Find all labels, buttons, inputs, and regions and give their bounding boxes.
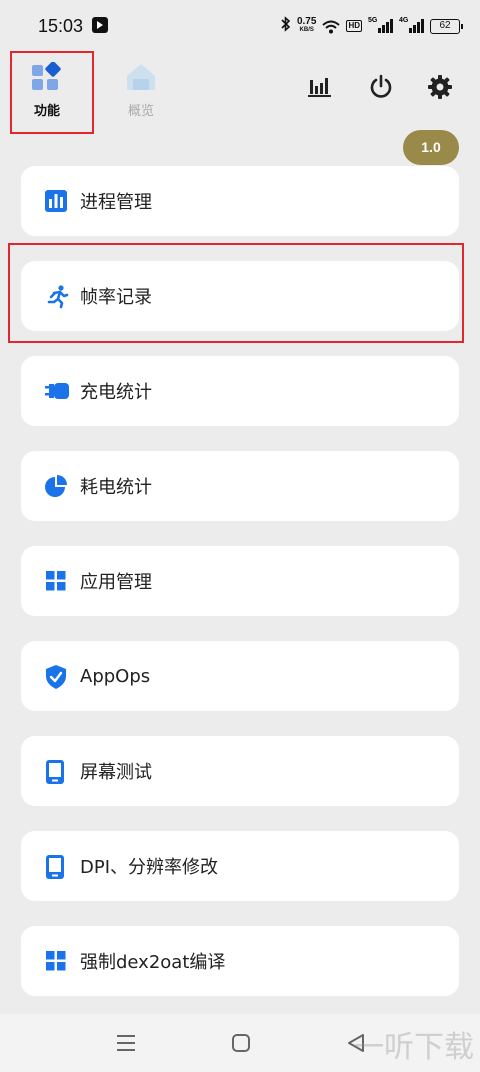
battery-icon: 62 — [430, 18, 463, 34]
home-button-icon[interactable] — [229, 1032, 253, 1054]
grid-icon — [45, 950, 67, 972]
signal-tag: 5G — [368, 17, 378, 24]
menu-item-label: 进程管理 — [80, 192, 152, 213]
menu-item-charging-stats[interactable]: 充电统计 — [21, 356, 459, 426]
menu-item-label: DPI、分辨率修改 — [80, 857, 219, 878]
cellular-signal-icon: 5G — [368, 17, 393, 33]
pie-chart-icon — [45, 475, 67, 497]
menu-item-power-consumption-stats[interactable]: 耗电统计 — [21, 451, 459, 521]
charger-plug-icon — [45, 380, 69, 402]
version-badge: 1.0 — [403, 130, 459, 165]
watermark: 一听下载 — [354, 1030, 474, 1065]
menu-item-label: 耗电统计 — [80, 477, 152, 498]
statistics-icon[interactable] — [307, 74, 333, 100]
cellular-signal-icon: 4G — [399, 17, 424, 33]
network-speed-value: 0.75 — [296, 16, 317, 27]
menu-item-label: 强制dex2oat编译 — [80, 952, 226, 973]
wifi-icon — [322, 19, 341, 34]
tab-overview[interactable]: 概览 — [114, 62, 168, 119]
network-speed-unit: KB/S — [299, 27, 314, 33]
menu-item-screen-test[interactable]: 屏幕测试 — [21, 736, 459, 806]
hd-badge: HD — [346, 20, 362, 32]
menu-item-label: 应用管理 — [80, 572, 152, 593]
tablet-icon — [45, 855, 67, 879]
tab-overview-label: 概览 — [127, 104, 154, 119]
menu-item-label: AppOps — [80, 665, 151, 687]
shield-check-icon — [45, 665, 67, 689]
bluetooth-icon — [281, 16, 291, 36]
notification-app-icon — [92, 17, 108, 33]
status-indicators: 0.75 KB/S HD 5G 4G 62 — [281, 14, 463, 38]
menu-icon[interactable] — [114, 1032, 138, 1054]
menu-item-app-management[interactable]: 应用管理 — [21, 546, 459, 616]
power-icon[interactable] — [368, 74, 394, 100]
menu-item-process-management[interactable]: 进程管理 — [21, 166, 459, 236]
menu-item-force-dex2oat[interactable]: 强制dex2oat编译 — [21, 926, 459, 996]
menu-item-label: 充电统计 — [80, 382, 152, 403]
status-bar: 15:03 0.75 KB/S HD 5G 4G 62 — [0, 0, 480, 54]
tablet-icon — [45, 760, 67, 784]
status-time: 15:03 — [38, 16, 84, 36]
settings-gear-icon[interactable] — [427, 74, 453, 100]
grid-icon — [45, 570, 67, 592]
home-icon — [123, 62, 159, 96]
menu-item-appops[interactable]: AppOps — [21, 641, 459, 711]
annotation-highlight — [10, 51, 94, 134]
annotation-highlight — [8, 243, 464, 343]
signal-tag: 4G — [399, 17, 409, 24]
menu-item-dpi-resolution[interactable]: DPI、分辨率修改 — [21, 831, 459, 901]
bar-chart-icon — [45, 190, 67, 212]
menu-item-label: 屏幕测试 — [80, 762, 152, 783]
network-speed: 0.75 KB/S — [297, 17, 316, 35]
